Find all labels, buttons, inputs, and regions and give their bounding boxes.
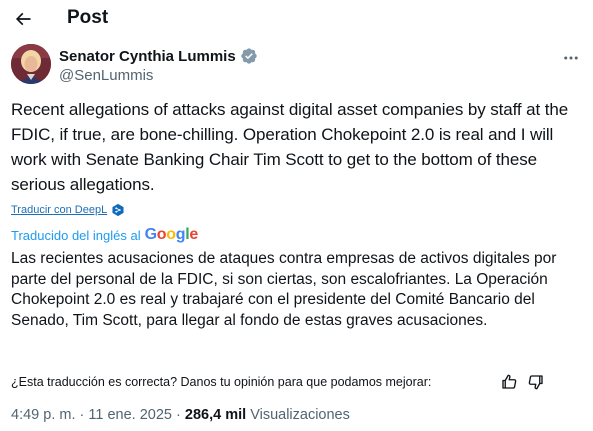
post-date[interactable]: 11 ene. 2025 <box>88 407 172 423</box>
translated-text: Las recientes acusaciones de ataques con… <box>11 250 557 329</box>
google-logo: Google <box>144 226 199 243</box>
translated-by: Traducido del inglés al Google <box>11 226 198 244</box>
author-name-row: Senator Cynthia Lummis <box>59 47 258 65</box>
author-handle[interactable]: @SenLummis <box>59 67 153 84</box>
page-title: Post <box>67 7 109 28</box>
views-count: 286,4 mil <box>184 407 247 423</box>
more-horizontal-icon <box>564 56 578 60</box>
deepl-translate: Traducir con DeepL <box>11 203 125 217</box>
verified-badge-icon <box>241 48 257 64</box>
post-time[interactable]: 4:49 p. m. <box>11 407 75 423</box>
post-author: Senator Cynthia Lummis @SenLummis <box>11 44 583 90</box>
meta-separator: · <box>79 407 85 423</box>
post-meta: 4:49 p. m. · 11 ene. 2025 · 286,4 mil Vi… <box>11 407 350 423</box>
author-name[interactable]: Senator Cynthia Lummis <box>59 48 236 65</box>
arrow-left-icon <box>15 12 31 26</box>
thumbs-up-icon[interactable] <box>500 373 518 391</box>
deepl-logo-icon <box>112 203 124 217</box>
avatar[interactable] <box>11 44 51 84</box>
feedback-question: ¿Esta traducción es correcta? Danos tu o… <box>11 375 432 389</box>
back-button[interactable] <box>8 4 38 34</box>
post-text: Recent allegations of attacks against di… <box>11 100 569 194</box>
meta-separator: · <box>176 407 181 423</box>
translated-from-label: Traducido del inglés al <box>11 227 141 243</box>
thumbs-down-icon[interactable] <box>527 373 545 391</box>
post-header: Post <box>0 0 593 38</box>
views-label: Visualizaciones <box>250 407 350 423</box>
more-button[interactable] <box>559 48 583 68</box>
deepl-translate-link[interactable]: Traducir con DeepL <box>11 204 107 216</box>
translation-feedback: ¿Esta traducción es correcta? Danos tu o… <box>11 373 571 393</box>
